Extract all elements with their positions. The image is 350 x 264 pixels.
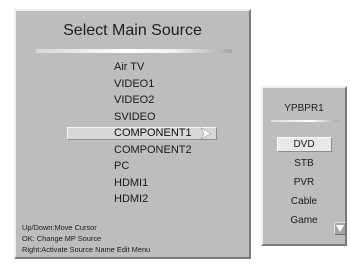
source-item-label: VIDEO2: [114, 94, 155, 106]
source-item-video1[interactable]: VIDEO1: [16, 76, 249, 93]
triangle-down-icon: [336, 225, 344, 232]
title-divider: [36, 49, 232, 53]
source-item-component1[interactable]: COMPONENT1: [16, 125, 249, 142]
source-item-label: HDMI2: [114, 193, 149, 205]
option-label: STB: [294, 158, 314, 169]
source-item-label: HDMI1: [114, 176, 149, 189]
help-line-edit-menu: Right:Activate Source Name Edit Menu: [22, 245, 151, 254]
source-item-label: SVIDEO: [114, 110, 156, 123]
source-name-options: DVD STB PVR Cable Game: [263, 135, 345, 230]
option-dvd[interactable]: DVD: [263, 135, 345, 154]
option-game[interactable]: Game: [263, 211, 345, 230]
source-name-edit-panel: YPBPR1 DVD STB PVR Cable Game: [261, 86, 347, 246]
source-list: Air TV VIDEO1 VIDEO2 SVIDEO COMPONENT1 C…: [16, 59, 249, 208]
source-item-label: VIDEO1: [114, 77, 155, 90]
source-item-label: COMPONENT1: [114, 127, 192, 139]
option-pvr[interactable]: PVR: [263, 173, 345, 192]
source-item-label: Air TV: [114, 61, 145, 73]
sub-title-divider: [271, 120, 339, 122]
option-cable[interactable]: Cable: [263, 192, 345, 211]
option-label: Cable: [290, 196, 318, 207]
source-item-label: PC: [114, 160, 130, 172]
main-source-title: Select Main Source: [63, 22, 202, 39]
option-stb[interactable]: STB: [263, 154, 345, 173]
chevron-right-icon: [200, 127, 212, 140]
option-label: DVD: [293, 139, 315, 150]
source-item-video2[interactable]: VIDEO2: [16, 92, 249, 109]
source-item-label: COMPONENT2: [114, 143, 192, 156]
help-line-change-source: OK: Change MP Source: [22, 234, 102, 243]
option-label: Game: [290, 215, 318, 226]
scroll-down-button[interactable]: [334, 222, 346, 235]
help-text: Up/Down:Move Cursor OK: Change MP Source…: [22, 222, 150, 255]
source-item-svideo[interactable]: SVIDEO: [16, 109, 249, 126]
sub-panel-title: YPBPR1: [284, 103, 324, 114]
select-main-source-panel: Select Main Source Air TV VIDEO1 VIDEO2 …: [14, 9, 251, 259]
option-label: PVR: [293, 177, 315, 188]
source-item-hdmi2[interactable]: HDMI2: [16, 191, 249, 208]
source-item-pc[interactable]: PC: [16, 158, 249, 175]
help-line-move-cursor: Up/Down:Move Cursor: [22, 223, 97, 232]
screen: Select Main Source Air TV VIDEO1 VIDEO2 …: [0, 0, 350, 264]
source-item-hdmi1[interactable]: HDMI1: [16, 175, 249, 192]
source-item-component2[interactable]: COMPONENT2: [16, 142, 249, 159]
source-item-air-tv[interactable]: Air TV: [16, 59, 249, 76]
